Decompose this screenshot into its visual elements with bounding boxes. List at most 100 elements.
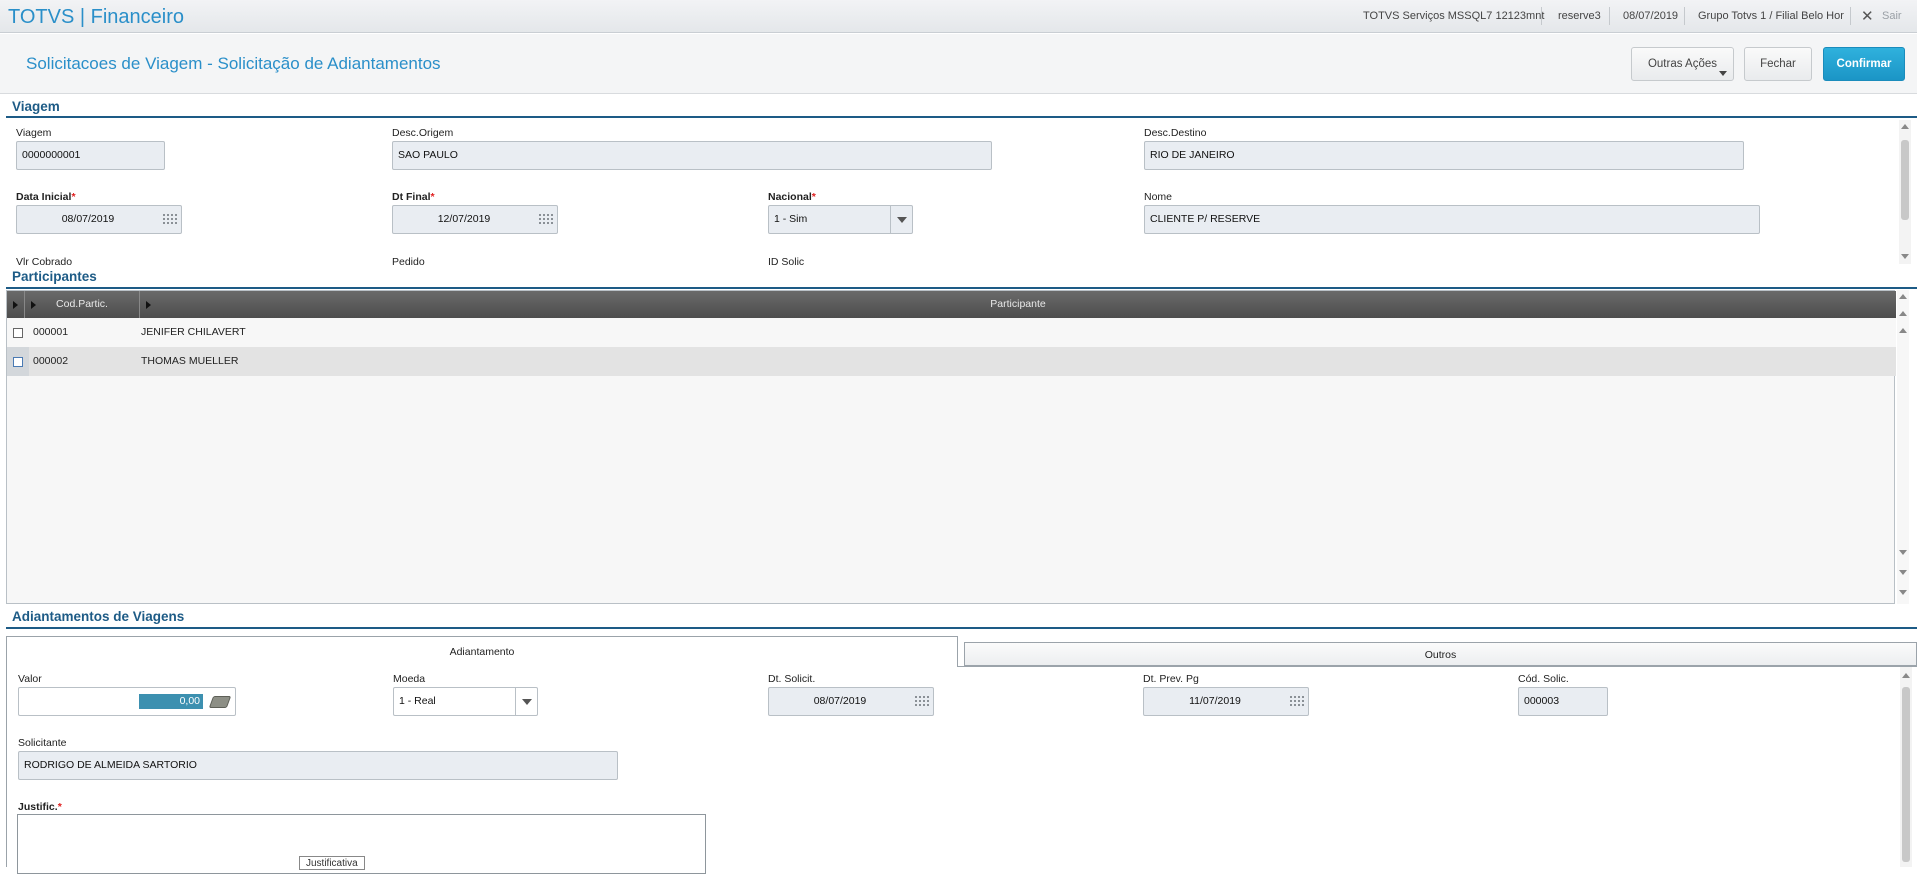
solicitante-label: Solicitante — [18, 737, 67, 749]
cell-participante: JENIFER CHILAVERT — [141, 326, 246, 338]
viagem-scrollbar[interactable] — [1899, 120, 1911, 264]
dt-solicit-field[interactable]: 08/07/2019 — [768, 687, 934, 716]
section-title-participantes: Participantes — [12, 269, 97, 284]
nome-field[interactable]: CLIENTE P/ RESERVE — [1144, 205, 1760, 234]
column-header-participante: Participante — [990, 298, 1046, 310]
calendar-icon[interactable] — [1290, 695, 1304, 708]
grid-header: Cod.Partic. Participante — [7, 291, 1896, 318]
dt-solicit-value: 08/07/2019 — [813, 695, 867, 707]
cell-cod: 000002 — [33, 355, 69, 367]
origem-label: Desc.Origem — [392, 127, 454, 139]
dt-final-value: 12/07/2019 — [437, 213, 491, 225]
scroll-thumb[interactable] — [1902, 687, 1910, 862]
chevron-down-icon[interactable] — [890, 206, 912, 233]
scroll-page-up-icon[interactable] — [1899, 311, 1907, 316]
justificativa-tooltip: Justificativa — [299, 856, 365, 870]
close-button[interactable]: Fechar — [1744, 47, 1812, 81]
dt-prev-label: Dt. Prev. Pg — [1143, 673, 1199, 685]
header-cell-cod[interactable]: Cod.Partic. — [25, 291, 140, 318]
tab-adiantamento[interactable]: Adiantamento — [6, 636, 958, 667]
valor-value: 0,00 — [139, 694, 203, 709]
cod-solic-field[interactable]: 000003 — [1518, 687, 1608, 716]
page-title: Solicitacoes de Viagem - Solicitação de … — [26, 54, 441, 73]
moeda-label: Moeda — [393, 673, 426, 685]
header-cell-marker — [7, 291, 25, 318]
chevron-down-icon — [1719, 71, 1727, 76]
section-divider — [6, 287, 1917, 289]
logout-link[interactable]: Sair — [1882, 10, 1902, 22]
dt-final-field[interactable]: 12/07/2019 — [392, 205, 558, 234]
scroll-down-icon[interactable] — [1901, 254, 1909, 259]
dt-prev-field[interactable]: 11/07/2019 — [1143, 687, 1309, 716]
data-inicial-value: 08/07/2019 — [61, 213, 115, 225]
nacional-label: Nacional* — [768, 191, 816, 203]
user-label: reserve3 — [1558, 10, 1601, 22]
table-row[interactable]: 000001 JENIFER CHILAVERT — [7, 318, 1896, 347]
more-actions-button[interactable]: Outras Ações — [1631, 47, 1734, 81]
scroll-up-icon[interactable] — [1899, 328, 1907, 333]
table-row[interactable]: 000002 THOMAS MUELLER — [7, 347, 1896, 376]
top-bar: TOTVS | Financeiro TOTVS Serviços MSSQL7… — [0, 0, 1917, 33]
justific-label: Justific.* — [18, 801, 62, 813]
id-solic-label: ID Solic — [768, 256, 805, 266]
scroll-bottom-icon[interactable] — [1899, 590, 1907, 595]
nacional-select[interactable]: 1 - Sim — [768, 205, 913, 234]
data-inicial-field[interactable]: 08/07/2019 — [16, 205, 182, 234]
nacional-value: 1 - Sim — [774, 213, 808, 225]
header-cell-participante[interactable]: Participante — [140, 291, 1896, 318]
app-title: TOTVS | Financeiro — [8, 6, 184, 28]
divider — [1541, 7, 1542, 25]
viagem-label: Viagem — [16, 127, 52, 139]
confirm-button[interactable]: Confirmar — [1823, 47, 1905, 81]
cod-solic-label: Cód. Solic. — [1518, 673, 1569, 685]
branch-label: Grupo Totvs 1 / Filial Belo Hor — [1698, 10, 1844, 22]
section-divider — [6, 627, 1917, 629]
calendar-icon[interactable] — [539, 213, 553, 226]
divider — [1850, 7, 1851, 25]
cell-cod: 000001 — [33, 326, 69, 338]
triangle-right-icon — [13, 301, 18, 309]
divider — [1609, 7, 1610, 25]
cell-participante: THOMAS MUELLER — [141, 355, 239, 367]
scroll-up-icon[interactable] — [1902, 673, 1910, 678]
row-checkbox[interactable] — [13, 357, 23, 367]
dt-final-label: Dt Final* — [392, 191, 435, 203]
scroll-top-icon[interactable] — [1899, 294, 1907, 299]
adiantamento-scrollbar[interactable] — [1900, 667, 1912, 867]
valor-label: Valor — [18, 673, 42, 685]
calendar-icon[interactable] — [163, 213, 177, 226]
scroll-page-down-icon[interactable] — [1899, 570, 1907, 575]
destino-label: Desc.Destino — [1144, 127, 1207, 139]
grid-scrollbar[interactable] — [1897, 290, 1909, 604]
dt-prev-value: 11/07/2019 — [1189, 695, 1241, 707]
scroll-thumb[interactable] — [1901, 140, 1909, 220]
tab-outros[interactable]: Outros — [964, 642, 1917, 666]
money-icon[interactable] — [208, 696, 232, 708]
origem-field[interactable]: SAO PAULO — [392, 141, 992, 170]
page-header: Solicitacoes de Viagem - Solicitação de … — [0, 34, 1917, 94]
column-header-cod: Cod.Partic. — [56, 298, 108, 310]
row-checkbox[interactable] — [13, 328, 23, 338]
destino-field[interactable]: RIO DE JANEIRO — [1144, 141, 1744, 170]
divider — [1684, 7, 1685, 25]
valor-field[interactable]: 0,00 — [18, 687, 236, 716]
solicitante-field[interactable]: RODRIGO DE ALMEIDA SARTORIO — [18, 751, 618, 780]
pedido-label: Pedido — [392, 256, 425, 266]
scroll-up-icon[interactable] — [1901, 124, 1909, 129]
triangle-right-icon — [146, 301, 151, 309]
calendar-icon[interactable] — [915, 695, 929, 708]
chevron-down-icon[interactable] — [515, 688, 537, 715]
nome-label: Nome — [1144, 191, 1173, 203]
scroll-down-icon[interactable] — [1899, 550, 1907, 555]
environment-label: TOTVS Serviços MSSQL7 12123mnt — [1363, 10, 1545, 22]
vlr-cobrado-label: Vlr Cobrado — [16, 256, 73, 266]
triangle-right-icon — [31, 301, 36, 309]
dt-solicit-label: Dt. Solicit. — [768, 673, 816, 685]
moeda-select[interactable]: 1 - Real — [393, 687, 538, 716]
viagem-panel: Viagem 0000000001 Desc.Origem SAO PAULO … — [0, 118, 1917, 266]
close-icon[interactable]: ✕ — [1861, 7, 1874, 25]
viagem-field[interactable]: 0000000001 — [16, 141, 165, 170]
data-inicial-label: Data Inicial* — [16, 191, 76, 203]
more-actions-label: Outras Ações — [1647, 58, 1718, 70]
participants-grid: Cod.Partic. Participante 000001 JENIFER … — [6, 290, 1896, 604]
